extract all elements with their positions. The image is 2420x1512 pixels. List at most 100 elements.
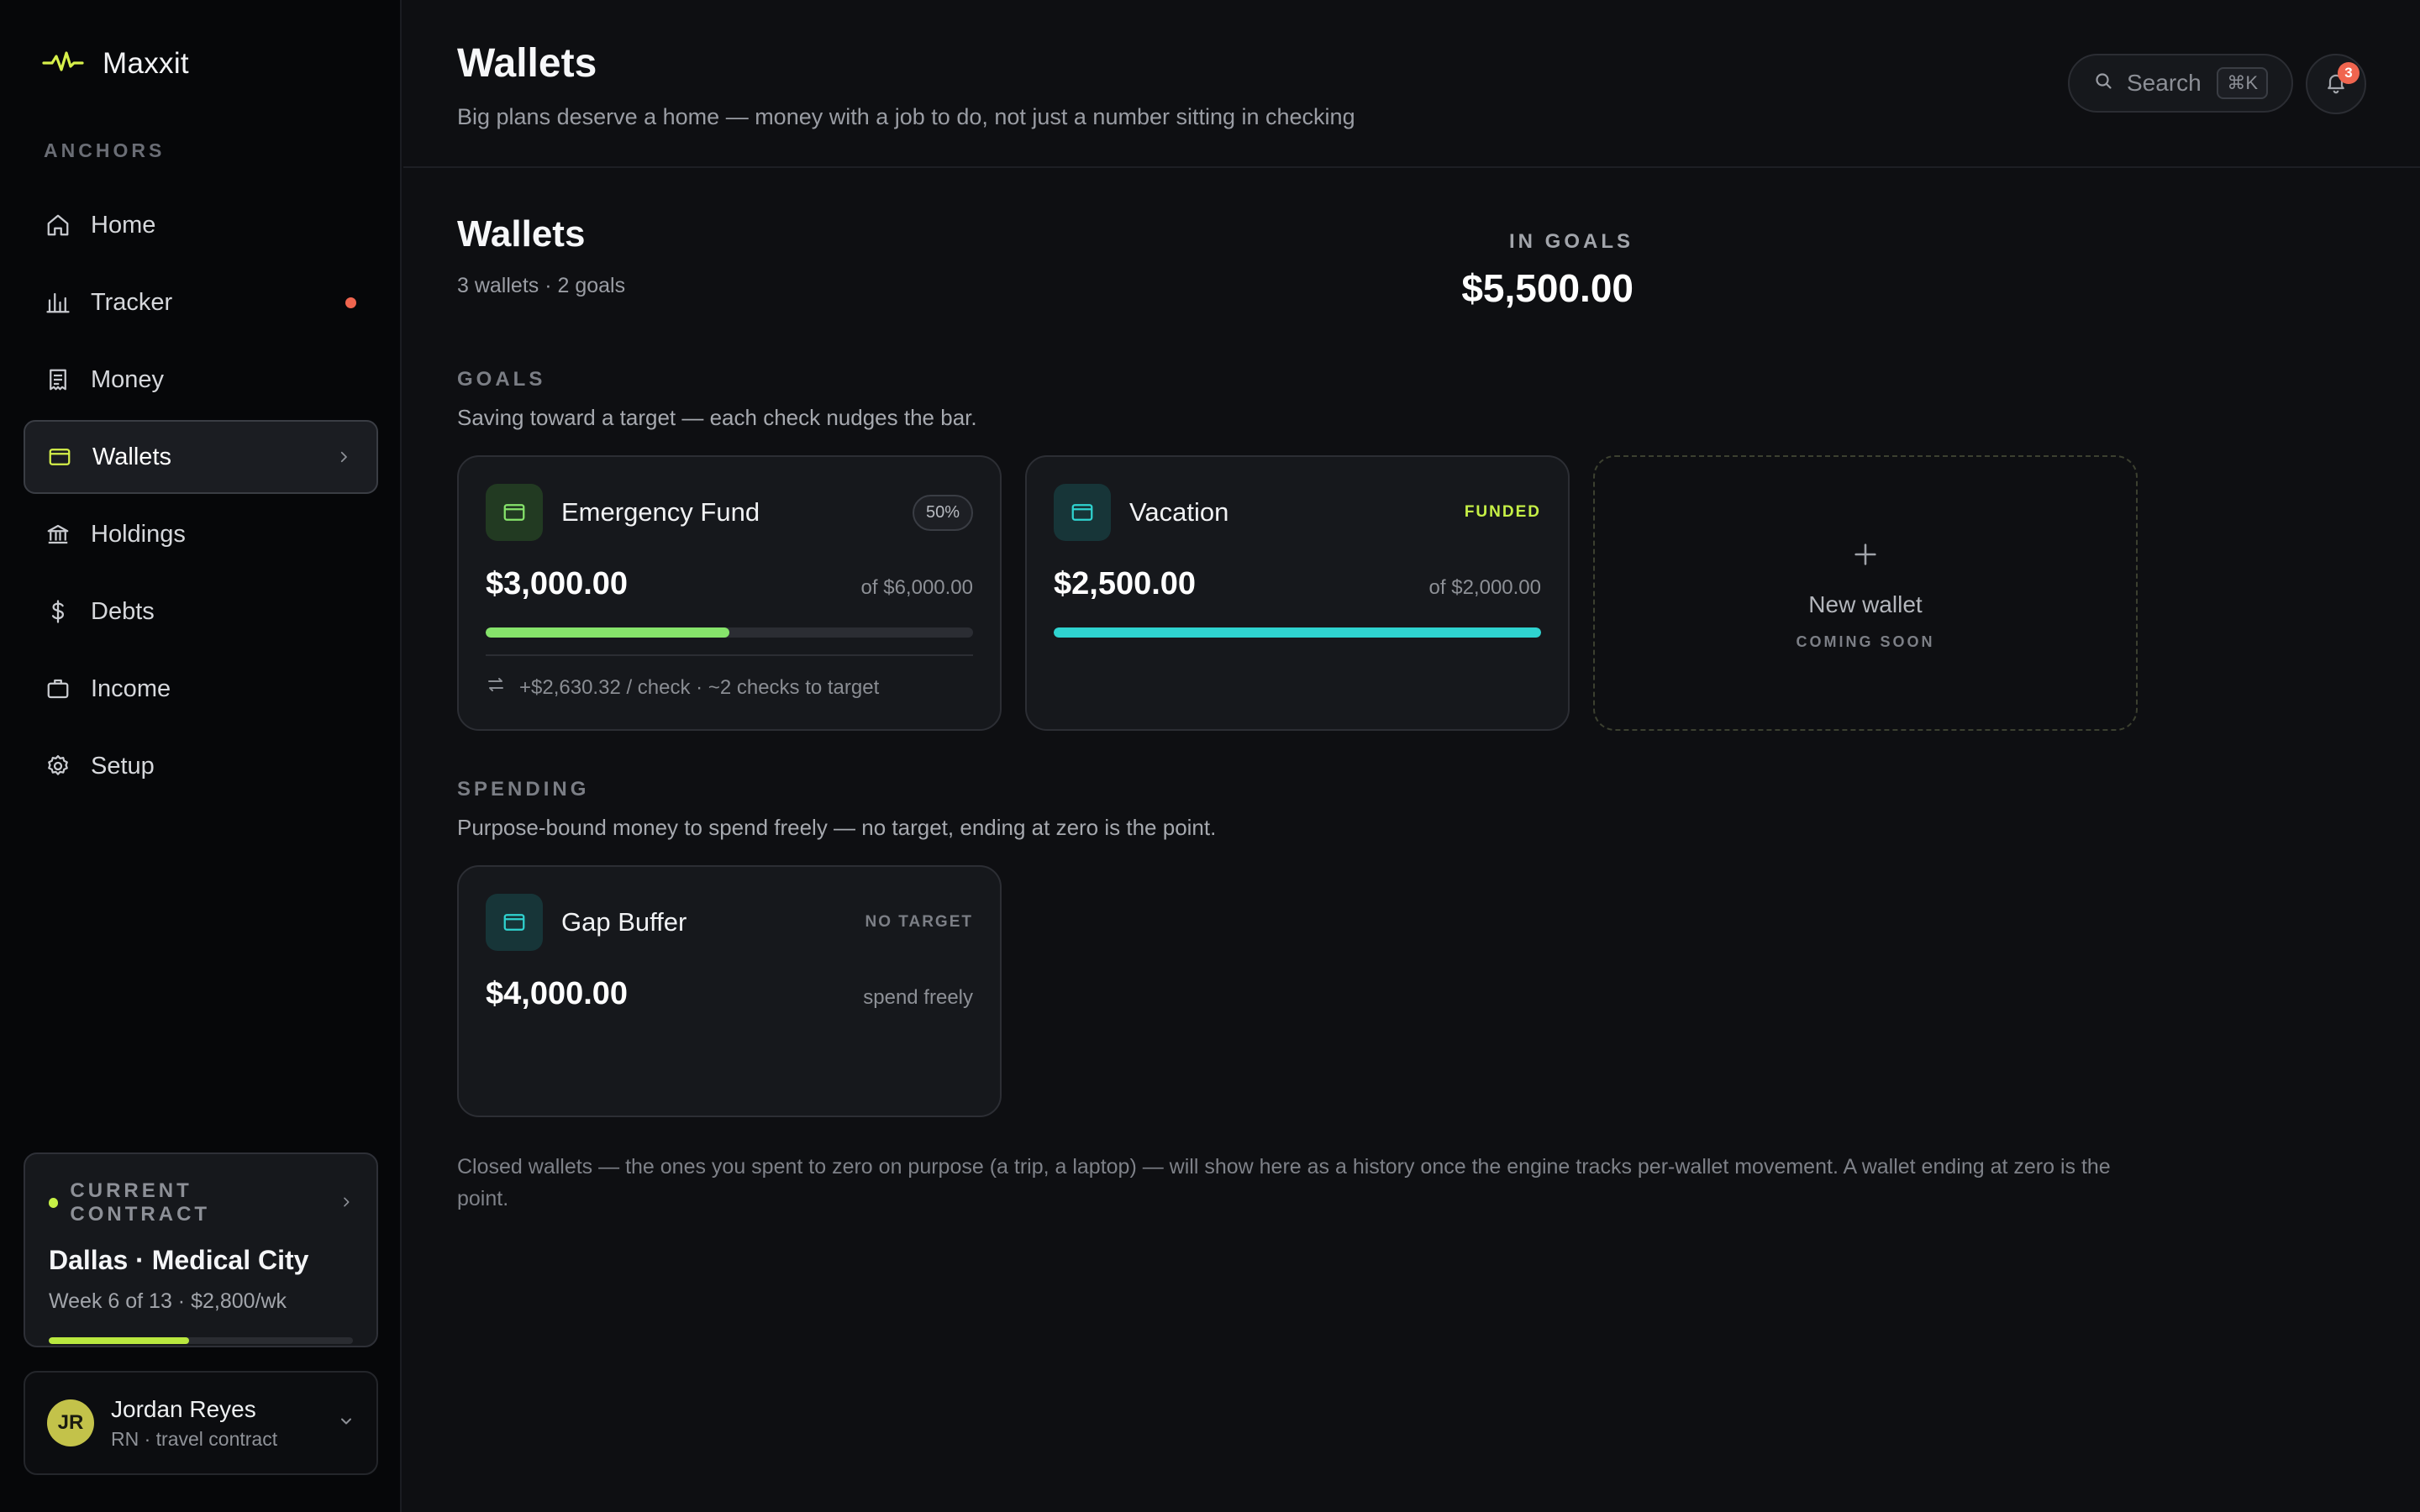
status-badge: FUNDED [1464, 503, 1541, 521]
wallet-card-emergency-fund[interactable]: Emergency Fund 50% $3,000.00 of $6,000.0… [457, 455, 1002, 731]
nav-section-label: ANCHORS [44, 139, 166, 161]
spending-group-label: SPENDING [457, 778, 590, 801]
sidebar-item-label: Wallets [92, 443, 171, 470]
status-dot [49, 1198, 59, 1208]
goal-progress-bar [1054, 627, 1541, 638]
wallet-name: Gap Buffer [561, 907, 687, 937]
dollar-icon [44, 597, 72, 626]
brand[interactable]: Maxxit [42, 47, 189, 81]
user-menu[interactable]: JR Jordan Reyes RN · travel contract [24, 1371, 378, 1475]
sidebar-item-label: Home [91, 211, 156, 239]
goals-total-label: IN GOALS [1508, 230, 1634, 253]
contract-header: CURRENT CONTRACT [49, 1179, 353, 1226]
avatar: JR [47, 1399, 94, 1446]
wallet-note: spend freely [863, 986, 973, 1009]
sidebar-item-label: Tracker [91, 288, 173, 316]
wallet-amount: $3,000.00 [486, 566, 629, 601]
wallets-summary: 3 wallets · 2 goals [457, 274, 626, 297]
search-shortcut: ⌘K [2217, 67, 2268, 99]
main-content: Wallets 3 wallets · 2 goals IN GOALS $5,… [403, 170, 2420, 1512]
brand-name: Maxxit [103, 47, 189, 80]
card-header: Vacation FUNDED [1054, 484, 1541, 541]
sidebar-item-label: Income [91, 675, 171, 702]
user-name: Jordan Reyes [111, 1395, 256, 1422]
wallet-target: of $6,000.00 [860, 576, 973, 599]
search-placeholder: Search [2127, 70, 2202, 96]
alert-dot [345, 297, 356, 308]
sidebar-item-label: Debts [91, 597, 155, 625]
wallet-icon [1054, 484, 1111, 541]
contract-title: Dallas · Medical City [49, 1245, 309, 1275]
sidebar-item-setup[interactable]: Setup [24, 729, 378, 803]
bar-chart-icon [44, 288, 72, 317]
current-contract-card[interactable]: CURRENT CONTRACT Dallas · Medical City W… [24, 1152, 378, 1347]
sidebar-item-wallets[interactable]: Wallets [24, 420, 378, 494]
section-title: Wallets [457, 213, 586, 255]
sidebar: Maxxit ANCHORS Home Tracker Money Wallet… [0, 0, 402, 1512]
wallet-card-vacation[interactable]: Vacation FUNDED $2,500.00 of $2,000.00 [1025, 455, 1570, 731]
goal-progress-bar [486, 627, 973, 638]
wallet-amount: $4,000.00 [486, 976, 629, 1011]
goals-group-label: GOALS [457, 368, 546, 391]
spending-group-description: Purpose-bound money to spend freely — no… [457, 815, 1217, 840]
notifications-button[interactable]: 3 [2306, 54, 2366, 114]
progress-pill: 50% [912, 494, 973, 531]
card-header: Emergency Fund 50% [486, 484, 973, 541]
bank-icon [44, 520, 72, 549]
page-subtitle: Big plans deserve a home — money with a … [457, 104, 1355, 129]
card-header: Gap Buffer NO TARGET [486, 894, 973, 951]
new-wallet-label: New wallet [1808, 591, 1923, 617]
wallet-target: of $2,000.00 [1428, 576, 1541, 599]
coming-soon-label: COMING SOON [1796, 633, 1935, 650]
status-badge: NO TARGET [865, 913, 973, 931]
amount-row: $4,000.00 spend freely [486, 976, 973, 1012]
wallet-name: Emergency Fund [561, 497, 760, 527]
contract-subtitle: Week 6 of 13 · $2,800/wk [49, 1289, 287, 1313]
briefcase-icon [44, 675, 72, 703]
goals-total-amount: $5,500.00 [1461, 266, 1634, 310]
contract-progress-fill [49, 1337, 189, 1344]
sidebar-item-debts[interactable]: Debts [24, 575, 378, 648]
contribution-text: +$2,630.32 / check · ~2 checks to target [519, 675, 880, 699]
plus-icon [1851, 536, 1880, 575]
transfer-arrows-icon [486, 675, 506, 701]
wallet-name: Vacation [1129, 497, 1229, 527]
sidebar-item-label: Setup [91, 752, 155, 780]
sidebar-item-holdings[interactable]: Holdings [24, 497, 378, 571]
wallet-icon [486, 484, 543, 541]
wallet-icon [45, 443, 74, 471]
sidebar-item-tracker[interactable]: Tracker [24, 265, 378, 339]
contract-progress-bar [49, 1337, 353, 1344]
wallet-card-gap-buffer[interactable]: Gap Buffer NO TARGET $4,000.00 spend fre… [457, 865, 1002, 1117]
page-title: Wallets [457, 41, 597, 86]
user-role: RN · travel contract [111, 1427, 278, 1450]
contract-label: CURRENT CONTRACT [70, 1179, 211, 1226]
sidebar-nav: Home Tracker Money Wallets Holdings Debt… [24, 188, 378, 806]
goal-progress-fill [1054, 627, 1541, 638]
chevron-right-icon [339, 1191, 353, 1215]
amount-row: $3,000.00 of $6,000.00 [486, 566, 973, 602]
sidebar-item-money[interactable]: Money [24, 343, 378, 417]
amount-row: $2,500.00 of $2,000.00 [1054, 566, 1541, 602]
search-icon [2093, 70, 2113, 97]
closed-wallets-note: Closed wallets — the ones you spent to z… [457, 1155, 2111, 1210]
home-icon [44, 211, 72, 239]
search-button[interactable]: Search ⌘K [2068, 54, 2293, 113]
wallet-icon [486, 894, 543, 951]
goal-progress-fill [486, 627, 729, 638]
notification-badge: 3 [2338, 62, 2360, 84]
receipt-icon [44, 365, 72, 394]
sidebar-item-income[interactable]: Income [24, 652, 378, 726]
new-wallet-card[interactable]: New wallet COMING SOON [1593, 455, 2138, 731]
sidebar-item-home[interactable]: Home [24, 188, 378, 262]
sidebar-item-label: Holdings [91, 520, 186, 548]
card-footer: +$2,630.32 / check · ~2 checks to target [486, 654, 973, 701]
goals-group-description: Saving toward a target — each check nudg… [457, 405, 977, 430]
pulse-logo-icon [42, 50, 84, 79]
wallet-amount: $2,500.00 [1054, 566, 1197, 601]
chevron-right-icon [336, 444, 351, 471]
gear-icon [44, 752, 72, 780]
sidebar-item-label: Money [91, 365, 165, 393]
user-info: Jordan Reyes RN · travel contract [111, 1396, 277, 1451]
chevron-down-icon [338, 1413, 355, 1434]
